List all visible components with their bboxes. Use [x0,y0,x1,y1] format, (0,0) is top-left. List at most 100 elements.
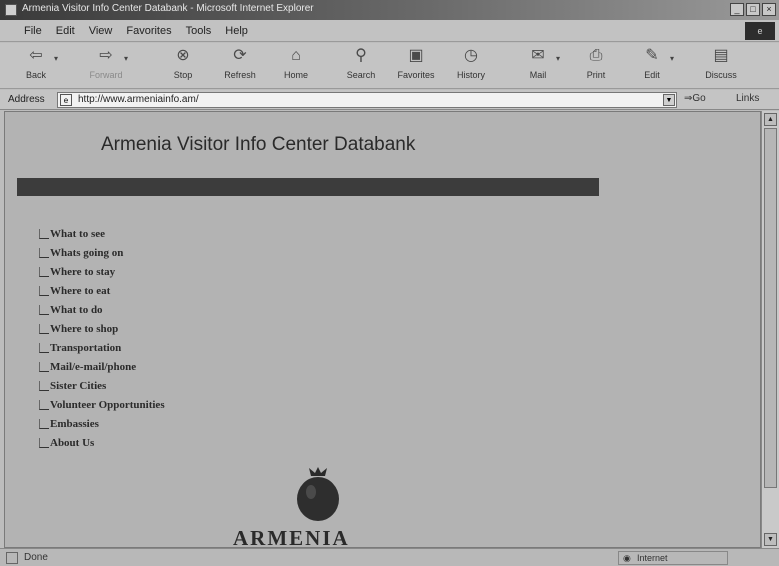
print-label: Print [586,70,606,80]
nav-link-what-to-do[interactable]: What to do [50,304,103,316]
forward-dropdown-icon[interactable]: ▾ [124,54,128,63]
nav-item: Mail/e-mail/phone [39,357,165,376]
refresh-button[interactable]: ⟳ Refresh [214,46,266,80]
nav-item: What to see [39,224,165,243]
nav-item: Where to stay [39,262,165,281]
security-zone: ◉ Internet [618,551,728,565]
edit-dropdown-icon[interactable]: ▾ [670,54,674,63]
close-button[interactable]: × [762,3,776,16]
go-button[interactable]: ⇒Go [684,93,706,104]
page-content: Armenia Visitor Info Center Databank Wha… [4,111,761,548]
scroll-up-icon[interactable]: ▲ [764,113,777,126]
window-title: Armenia Visitor Info Center Databank - M… [22,3,314,14]
nav-link-volunteer[interactable]: Volunteer Opportunities [50,399,165,411]
status-page-icon [6,552,18,564]
zone-label: Internet [637,553,668,563]
vertical-scrollbar[interactable]: ▲ ▼ [761,111,779,548]
nav-link-transportation[interactable]: Transportation [50,342,121,354]
address-bar: Address e http://www.armeniainfo.am/ ▼ ⇒… [0,90,779,110]
link-bullet-icon [39,247,49,258]
stop-icon: ⊗ [176,47,190,64]
page-icon: e [60,94,72,106]
mail-label: Mail [529,70,547,80]
nav-item: Transportation [39,338,165,357]
back-dropdown-icon[interactable]: ▾ [54,54,58,63]
address-dropdown-icon[interactable]: ▼ [663,94,675,106]
nav-link-mail-phone[interactable]: Mail/e-mail/phone [50,361,136,373]
throbber-logo: e [745,22,775,40]
menu-tools[interactable]: Tools [186,25,212,37]
nav-item: About Us [39,433,165,452]
search-label: Search [346,70,376,80]
link-bullet-icon [39,323,49,334]
favorites-button[interactable]: ▣ Favorites [390,46,442,80]
browser-window: Armenia Visitor Info Center Databank - M… [0,0,779,566]
links-button[interactable]: Links [736,93,759,104]
print-button[interactable]: ⎙ Print [570,46,622,80]
history-button[interactable]: ◷ History [445,46,497,80]
nav-item: Volunteer Opportunities [39,395,165,414]
nav-item: Where to shop [39,319,165,338]
mail-dropdown-icon[interactable]: ▾ [556,54,560,63]
back-button[interactable]: ⇦ Back ▾ [10,46,62,80]
link-bullet-icon [39,285,49,296]
minimize-button[interactable]: _ [730,3,744,16]
search-button[interactable]: ⚲ Search [335,46,387,80]
nav-link-what-to-see[interactable]: What to see [50,228,105,240]
edit-icon: ✎ [645,47,659,64]
link-bullet-icon [39,380,49,391]
discuss-icon: ▤ [713,47,729,64]
address-url: http://www.armeniainfo.am/ [78,94,199,105]
discuss-label: Discuss [705,70,737,80]
toolbar: ⇦ Back ▾ ⇨ Forward ▾ ⊗ Stop ⟳ Refresh ⌂ … [0,43,779,89]
link-bullet-icon [39,266,49,277]
page-heading: Armenia Visitor Info Center Databank [101,134,416,155]
maximize-button[interactable]: □ [746,3,760,16]
refresh-icon: ⟳ [233,47,247,64]
go-label: Go [692,93,706,104]
edit-label: Edit [644,70,660,80]
nav-link-embassies[interactable]: Embassies [50,418,99,430]
forward-label: Forward [89,70,123,80]
window-controls: _ □ × [730,3,776,16]
globe-icon: ◉ [623,553,631,563]
nav-list: What to see Whats going on Where to stay… [39,224,165,452]
pomegranate-icon [297,467,339,521]
discuss-button[interactable]: ▤ Discuss [695,46,747,80]
menu-edit[interactable]: Edit [56,25,75,37]
mail-icon: ✉ [531,47,545,64]
link-bullet-icon [39,361,49,372]
back-arrow-icon: ⇦ [29,47,43,64]
nav-item: What to do [39,300,165,319]
menu-bar: File Edit View Favorites Tools Help e [0,20,779,42]
link-bullet-icon [39,437,49,448]
forward-button[interactable]: ⇨ Forward ▾ [80,46,132,80]
address-input[interactable]: e http://www.armeniainfo.am/ ▼ [57,92,677,108]
mail-button[interactable]: ✉ Mail ▾ [512,46,564,80]
edit-button[interactable]: ✎ Edit ▾ [626,46,678,80]
refresh-label: Refresh [224,70,256,80]
history-label: History [456,70,485,80]
favorites-folder-icon: ▣ [408,47,424,64]
nav-link-whats-going-on[interactable]: Whats going on [50,247,123,259]
menu-view[interactable]: View [89,25,113,37]
stop-button[interactable]: ⊗ Stop [157,46,209,80]
menu-file[interactable]: File [24,25,42,37]
header-rule [17,178,599,196]
nav-link-where-to-eat[interactable]: Where to eat [50,285,110,297]
link-bullet-icon [39,399,49,410]
nav-link-sister-cities[interactable]: Sister Cities [50,380,106,392]
scroll-thumb[interactable] [764,128,777,488]
home-icon: ⌂ [291,47,301,64]
forward-arrow-icon: ⇨ [99,47,113,64]
search-icon: ⚲ [355,47,367,64]
scroll-down-icon[interactable]: ▼ [764,533,777,546]
home-button[interactable]: ⌂ Home [270,46,322,80]
link-bullet-icon [39,304,49,315]
nav-link-about-us[interactable]: About Us [50,437,94,449]
nav-link-where-to-shop[interactable]: Where to shop [50,323,118,335]
menu-favorites[interactable]: Favorites [126,25,171,37]
nav-item: Whats going on [39,243,165,262]
menu-help[interactable]: Help [225,25,248,37]
nav-link-where-to-stay[interactable]: Where to stay [50,266,115,278]
